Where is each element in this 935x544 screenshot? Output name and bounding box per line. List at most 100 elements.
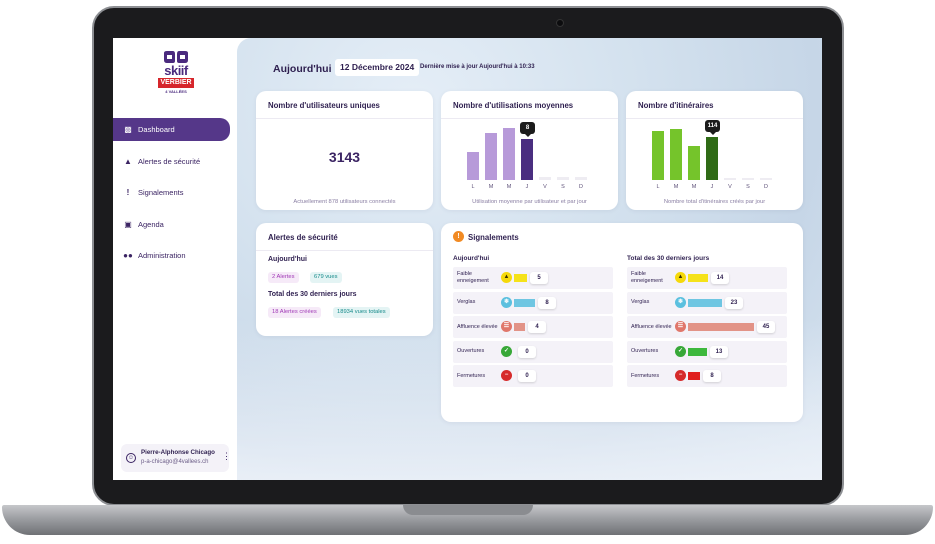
laptop-notch bbox=[403, 505, 533, 515]
user-avatar-icon: ☺ bbox=[126, 453, 136, 463]
chart-day-label: J bbox=[710, 184, 714, 190]
crowd-icon: ☰ bbox=[675, 321, 686, 332]
chart-bar[interactable] bbox=[467, 152, 479, 180]
sidebar-item-label: Signalements bbox=[138, 188, 184, 197]
report-bar bbox=[688, 274, 708, 282]
chart-bar[interactable] bbox=[539, 177, 551, 180]
chart-bar[interactable] bbox=[521, 139, 533, 180]
card-title: Signalements bbox=[468, 233, 519, 242]
card-title: Alertes de sécurité bbox=[268, 233, 338, 242]
more-options-icon[interactable]: ⋮ bbox=[222, 451, 231, 462]
report-value: 0 bbox=[518, 370, 536, 382]
report-value: 8 bbox=[703, 370, 721, 382]
report-label: Affluence élevée bbox=[631, 323, 672, 330]
chart-bar[interactable] bbox=[724, 178, 736, 180]
report-bar bbox=[688, 372, 700, 380]
chart-bar[interactable] bbox=[485, 133, 497, 180]
report-value: 13 bbox=[710, 345, 728, 358]
report-label: Faible enneigement bbox=[457, 271, 489, 284]
chart-bar[interactable] bbox=[670, 129, 682, 180]
report-row[interactable]: Verglas ❄ 23 bbox=[627, 291, 787, 314]
chart-tooltip: 8 bbox=[520, 122, 535, 137]
app-logo[interactable]: skiif VERBIER 4 VALLÉES bbox=[156, 50, 196, 102]
avg-usage-card: Nombre d'utilisations moyennes LMMJ8VSD … bbox=[441, 91, 618, 210]
column-title: Aujourd'hui bbox=[453, 255, 490, 262]
chart-day-label: V bbox=[543, 184, 547, 190]
user-profile[interactable]: ☺ Pierre-Alphonse Chicago p-a-chicago@4v… bbox=[121, 444, 231, 472]
sidebar-item-reports[interactable]: ! Signalements bbox=[113, 181, 230, 204]
report-row[interactable]: Fermetures − 8 bbox=[627, 365, 787, 387]
divider bbox=[441, 118, 618, 119]
report-row[interactable]: Affluence élevée ☰ 4 bbox=[453, 316, 613, 338]
report-label: Ouvertures bbox=[631, 348, 659, 354]
chart-day-label: M bbox=[691, 184, 697, 190]
report-bar bbox=[688, 298, 722, 307]
minus-icon: − bbox=[675, 370, 686, 381]
report-row[interactable]: Faible enneigement ▲ 5 bbox=[453, 267, 613, 289]
unique-users-card: Nombre d'utilisateurs uniques 3143 Actue… bbox=[256, 91, 433, 210]
report-row[interactable]: Fermetures −0 bbox=[453, 365, 613, 387]
ice-icon: ❄ bbox=[675, 296, 686, 308]
chart-bar[interactable] bbox=[706, 137, 718, 180]
snowflake-warning-icon: ▲ bbox=[501, 272, 512, 283]
month-alerts-pill: 18 Alertes créées bbox=[268, 307, 321, 318]
chart-bar[interactable] bbox=[742, 178, 754, 180]
sidebar-item-security-alerts[interactable]: ▲ Alertes de sécurité bbox=[113, 150, 230, 173]
report-label: Verglas bbox=[457, 299, 476, 305]
minus-icon: − bbox=[501, 370, 512, 381]
report-bar bbox=[514, 298, 535, 307]
warning-triangle-icon: ▲ bbox=[124, 156, 132, 166]
sidebar-item-label: Dashboard bbox=[138, 125, 175, 134]
goggles-icon bbox=[164, 51, 188, 63]
chart-bar[interactable] bbox=[760, 178, 772, 180]
report-row[interactable]: Affluence élevée ☰ 45 bbox=[627, 316, 787, 338]
chart-bar[interactable] bbox=[557, 177, 569, 180]
chart-bar[interactable] bbox=[652, 131, 664, 180]
today-label: Aujourd'hui bbox=[268, 256, 307, 263]
user-name: Pierre-Alphonse Chicago bbox=[141, 449, 215, 456]
screen: skiif VERBIER 4 VALLÉES ▩ Dashboard ▲ Al… bbox=[113, 38, 822, 480]
today-views-pill: 679 vues bbox=[310, 272, 342, 283]
sidebar-item-dashboard[interactable]: ▩ Dashboard bbox=[113, 118, 230, 141]
ice-icon: ❄ bbox=[501, 296, 512, 308]
report-value: 14 bbox=[711, 272, 729, 284]
divider bbox=[256, 118, 433, 119]
logo-word: skiif bbox=[164, 63, 188, 78]
chart-day-label: M bbox=[488, 184, 494, 190]
reports-today-column: Aujourd'hui Faible enneigement ▲ 5 Verglas ❄… bbox=[453, 255, 613, 390]
report-label: Verglas bbox=[631, 299, 650, 305]
sidebar-item-administration[interactable]: ●● Administration bbox=[113, 244, 230, 267]
itineraries-card: Nombre d'itinéraires L M M J 114 V S D Nombre t… bbox=[626, 91, 803, 210]
report-row[interactable]: Ouvertures ✓ 13 bbox=[627, 340, 787, 363]
logo-badge: VERBIER bbox=[158, 78, 194, 88]
sidebar-item-agenda[interactable]: ▣ Agenda bbox=[113, 213, 230, 236]
page-title: Aujourd'hui bbox=[273, 63, 332, 75]
last-updated: Dernière mise à jour Aujourd'hui à 10:33 bbox=[420, 64, 535, 70]
avg-usage-chart: L M M J 8 V S D bbox=[467, 122, 595, 190]
chart-day-label: L bbox=[471, 184, 475, 190]
bar-chart-icon: ▩ bbox=[124, 125, 132, 134]
sidebar-item-label: Agenda bbox=[138, 219, 164, 229]
card-title: Nombre d'utilisations moyennes bbox=[453, 101, 574, 110]
chart-bar[interactable] bbox=[688, 146, 700, 180]
report-value: 23 bbox=[725, 296, 743, 309]
report-value: 4 bbox=[528, 321, 546, 333]
check-icon: ✓ bbox=[501, 345, 512, 357]
report-row[interactable]: Verglas ❄ 8 bbox=[453, 291, 613, 314]
report-label: Fermetures bbox=[631, 372, 660, 379]
report-row[interactable]: Faible enneigement ▲ 14 bbox=[627, 267, 787, 289]
chart-bar[interactable] bbox=[575, 177, 587, 180]
date-selector[interactable]: 12 Décembre 2024 bbox=[335, 59, 420, 76]
card-title: Nombre d'itinéraires bbox=[638, 101, 714, 110]
report-value: 8 bbox=[538, 296, 556, 309]
report-row[interactable]: Ouvertures ✓ 0 bbox=[453, 340, 613, 363]
user-email: p-a-chicago@4vallees.ch bbox=[141, 459, 209, 465]
month-label: Total des 30 derniers jours bbox=[268, 291, 357, 298]
camera bbox=[556, 19, 564, 27]
report-bar bbox=[514, 323, 525, 331]
chart-day-label: S bbox=[746, 184, 750, 190]
exclamation-icon: ! bbox=[453, 231, 464, 242]
chart-bar[interactable] bbox=[503, 128, 515, 180]
card-title: Nombre d'utilisateurs uniques bbox=[268, 101, 380, 110]
report-bar bbox=[514, 274, 527, 282]
